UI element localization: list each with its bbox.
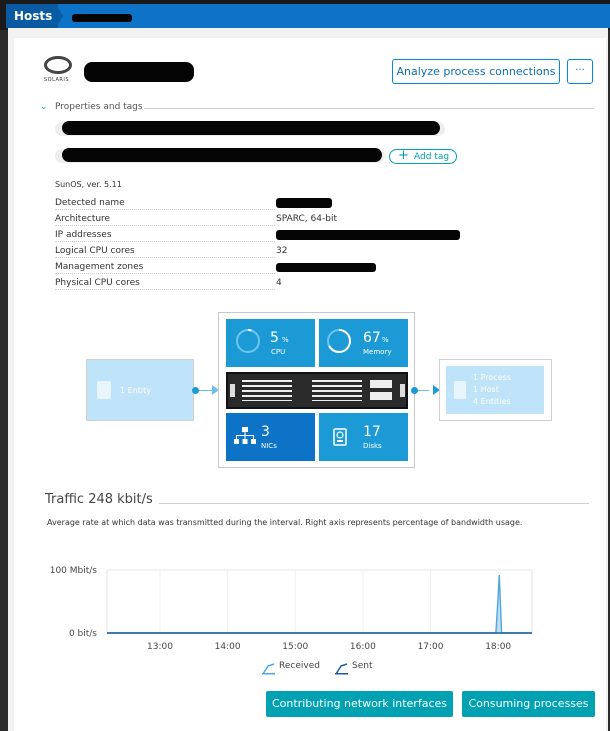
property-value: 4 [276, 278, 282, 288]
y-tick-label: 0 bit/s [69, 629, 97, 639]
property-row: Architecture SPARC, 64-bit [55, 212, 535, 227]
property-label: Architecture [55, 214, 275, 226]
x-tick-label: 15:00 [282, 642, 308, 652]
server-drive [370, 392, 392, 400]
property-label: IP addresses [55, 230, 275, 242]
memory-unit: % [382, 336, 389, 344]
add-tag-label: Add tag [414, 152, 450, 162]
solaris-logo-ring-icon [44, 56, 72, 74]
legend-received[interactable]: Received [279, 661, 320, 671]
legend-sent[interactable]: Sent [352, 661, 372, 671]
solaris-logo: SOLARIS [44, 56, 78, 86]
network-icon [234, 427, 256, 444]
redacted-value [276, 263, 376, 272]
connector-line [199, 390, 213, 391]
contributing-network-interfaces-button[interactable]: Contributing network interfaces [266, 691, 453, 717]
cpu-gauge-icon [236, 329, 260, 353]
memory-tile[interactable]: 67 % Memory [319, 319, 408, 367]
property-value: 32 [276, 246, 288, 256]
property-row: Logical CPU cores 32 [55, 244, 535, 259]
chevron-down-icon[interactable]: ⌄ [40, 102, 48, 112]
nics-tile[interactable]: 3 NICs [226, 413, 315, 461]
property-label: Logical CPU cores [55, 246, 275, 258]
server-handle [230, 384, 235, 397]
redacted-host-title [84, 62, 194, 82]
connector-dot [192, 387, 199, 394]
cpu-label: CPU [271, 348, 286, 356]
disk-icon [333, 428, 347, 446]
disks-tile[interactable]: 17 Disks [319, 413, 408, 461]
memory-gauge-icon [327, 329, 351, 353]
property-value: SPARC, 64-bit [276, 214, 337, 224]
chart-plot-area [106, 569, 533, 634]
traffic-title: Traffic 248 kbit/s [45, 492, 153, 507]
redacted-value [276, 198, 332, 208]
redacted-value [276, 230, 460, 240]
property-row: Physical CPU cores 4 [55, 276, 535, 291]
property-label: Management zones [55, 262, 275, 274]
cpu-unit: % [282, 336, 289, 344]
property-label: Physical CPU cores [55, 278, 275, 290]
divider [159, 503, 589, 504]
memory-label: Memory [363, 348, 392, 356]
disks-label: Disks [363, 442, 382, 450]
redacted-tag [62, 121, 440, 135]
nics-value: 3 [261, 424, 270, 440]
traffic-description: Average rate at which data was transmitt… [47, 518, 523, 527]
x-tick-label: 16:00 [350, 642, 376, 652]
server-vents [312, 380, 362, 401]
entity-count: 4 Entities [473, 397, 511, 406]
breadcrumb: Hosts [6, 4, 610, 28]
properties-section-title[interactable]: Properties and tags [55, 102, 143, 112]
os-version: SunOS, ver. 5.11 [55, 180, 122, 189]
server-vents [242, 380, 292, 401]
process-count: 1 Process [473, 373, 511, 382]
solaris-logo-text: SOLARIS [44, 77, 70, 83]
cpu-tile[interactable]: 5 % CPU [226, 319, 315, 367]
server-icon [226, 372, 408, 409]
traffic-chart[interactable]: 100 Mbit/s 0 bit/s 13:00 14:00 15:00 16:00 17:… [40, 560, 560, 660]
x-tick-label: 18:00 [485, 642, 511, 652]
received-legend-icon [262, 660, 275, 675]
left-entity-label: 1 Entity [120, 386, 151, 395]
sent-legend-icon [335, 660, 348, 675]
process-icon [454, 381, 466, 399]
process-group-box[interactable]: 1 Entity [86, 359, 194, 421]
host-count: 1 Host [473, 385, 499, 394]
consuming-processes-button[interactable]: Consuming processes [462, 691, 595, 717]
x-tick-label: 13:00 [147, 642, 173, 652]
connector-dot [411, 387, 418, 394]
breadcrumb-separator [56, 4, 63, 28]
memory-value: 67 [363, 330, 381, 346]
nics-label: NICs [261, 442, 277, 450]
x-tick-label: 14:00 [215, 642, 241, 652]
analyze-process-connections-button[interactable]: Analyze process connections [392, 59, 560, 84]
entity-icon [97, 381, 111, 399]
breadcrumb-hosts[interactable]: Hosts [6, 4, 58, 28]
server-handle [400, 384, 405, 397]
property-label: Detected name [55, 198, 275, 210]
server-drive [370, 380, 392, 388]
x-tick-label: 17:00 [418, 642, 444, 652]
plus-icon: + [398, 148, 409, 163]
more-actions-button[interactable]: ··· [567, 59, 593, 84]
cpu-value: 5 [270, 330, 279, 346]
divider [144, 108, 594, 109]
processes-box-inner: 1 Process 1 Host 4 Entities [446, 366, 544, 414]
processes-box[interactable]: 1 Process 1 Host 4 Entities [439, 359, 552, 421]
redacted-host-name[interactable] [72, 14, 132, 22]
y-tick-label: 100 Mbit/s [50, 566, 98, 576]
disks-value: 17 [363, 424, 381, 440]
redacted-tag [62, 148, 382, 162]
add-tag-button[interactable]: + Add tag [389, 148, 457, 164]
right-entity-labels: 1 Process 1 Host 4 Entities [473, 372, 511, 408]
